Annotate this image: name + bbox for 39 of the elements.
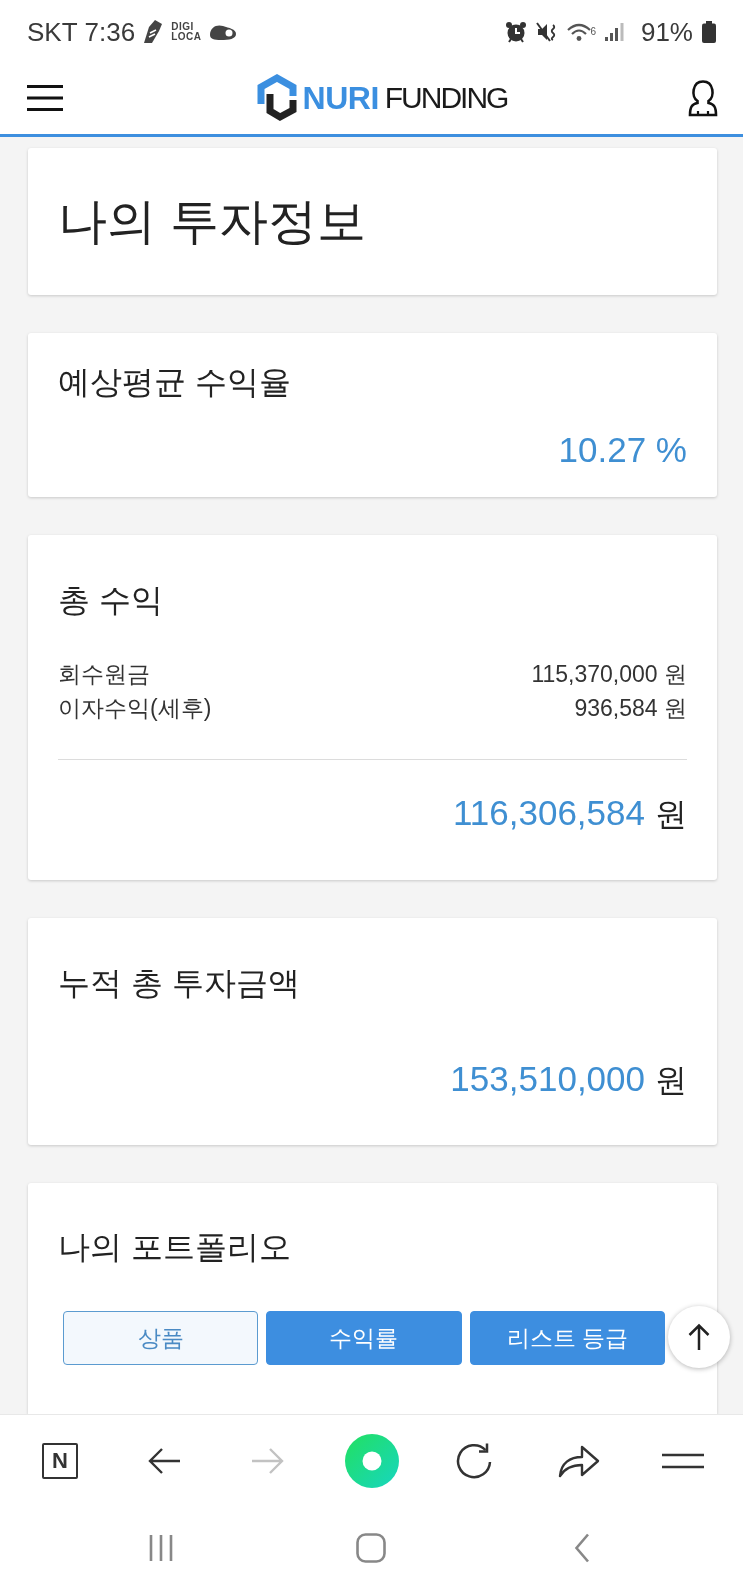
battery-icon xyxy=(702,21,716,43)
signal-icon xyxy=(604,23,624,41)
carrier-label: SKT xyxy=(27,17,78,47)
menu-icon[interactable] xyxy=(662,1452,705,1469)
row-value: 115,370,000 원 xyxy=(531,660,687,689)
home-icon[interactable] xyxy=(356,1532,387,1563)
wifi-label: 6 xyxy=(590,27,596,37)
card-title: 나의 포트폴리오 xyxy=(58,1229,292,1265)
row-label: 회수원금 xyxy=(58,660,150,689)
clock-time: 7:36 xyxy=(84,17,136,47)
alarm-icon xyxy=(505,21,528,43)
portfolio-tab[interactable]: 수익률 xyxy=(266,1311,462,1365)
return-rate-value: 10.27 % xyxy=(557,430,687,470)
currency-unit: 원 xyxy=(655,795,687,834)
profile-icon[interactable] xyxy=(688,79,718,117)
total-amount: 116,306,584 xyxy=(452,793,645,833)
toggle-icon xyxy=(208,23,237,41)
arrow-left-icon[interactable] xyxy=(146,1446,181,1475)
recent-apps-icon[interactable] xyxy=(148,1533,175,1562)
back-icon[interactable] xyxy=(573,1532,590,1563)
row-value: 936,584 원 xyxy=(574,694,687,723)
battery-percent: 91% xyxy=(640,17,693,47)
arrow-up-icon xyxy=(688,1323,710,1351)
portfolio-tab[interactable]: 리스트 등급 xyxy=(469,1311,665,1365)
notification-label: DIGI LOCA xyxy=(171,22,202,42)
card-title: 누적 총 투자금액 xyxy=(58,965,301,1001)
logo-text: FUNDING xyxy=(384,81,508,115)
card-title: 총 수익 xyxy=(58,582,164,618)
wifi-icon xyxy=(567,22,592,42)
pen-icon xyxy=(142,19,165,45)
menu-icon[interactable] xyxy=(27,85,63,111)
portfolio-tab[interactable]: 상품 xyxy=(63,1311,259,1365)
page-title: 나의 투자정보 xyxy=(58,193,367,250)
row-label: 이자수익(세후) xyxy=(58,694,212,723)
currency-unit: 원 xyxy=(655,1061,687,1100)
logo-text: NURI xyxy=(302,79,379,117)
square-n-button[interactable]: N xyxy=(41,1442,78,1479)
total-amount: 153,510,000 xyxy=(450,1059,645,1099)
card-title: 예상평균 수익율 xyxy=(58,364,292,400)
